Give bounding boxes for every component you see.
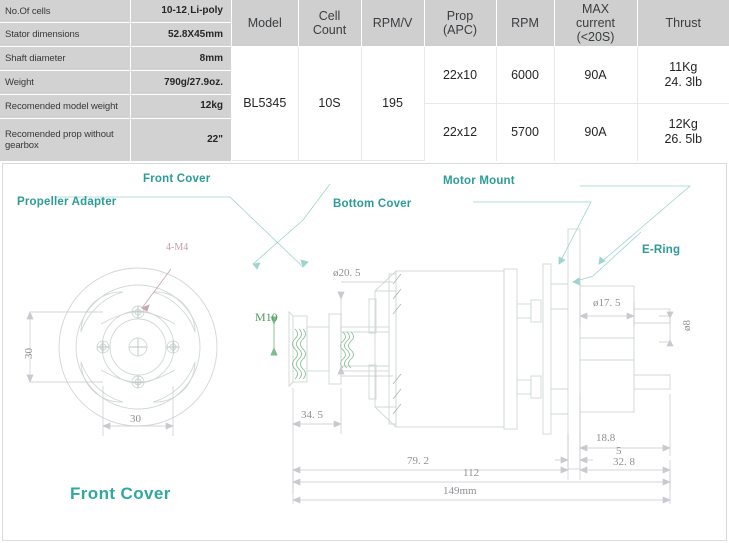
- motor-spec-table: No.Of cells 10-12ˌLi-poly Stator dimensi…: [0, 0, 232, 161]
- spec-value: 52.8X45mm: [130, 22, 232, 48]
- header-max-current-line1: MAX: [581, 2, 610, 16]
- table-row: Recomended model weight 12kg: [0, 94, 232, 119]
- header-max-current-line2: current: [576, 16, 615, 30]
- spec-label: Recomended prop without gearbox: [0, 118, 131, 161]
- cell-rpm: 6000: [496, 46, 555, 105]
- callout-bottom-cover: Bottom Cover: [333, 198, 412, 210]
- callout-propeller-adapter: Propeller Adapter: [17, 196, 117, 208]
- table-row: Stator dimensions 52.8X45mm: [0, 22, 232, 48]
- dimension-overall-length: 149mm: [443, 485, 477, 497]
- propeller-adapter-view: [288, 310, 390, 388]
- header-rpm: RPM: [496, 0, 555, 47]
- table-row: Recomended prop without gearbox 22": [0, 118, 232, 161]
- spec-value: 790g/27.9oz.: [130, 70, 232, 95]
- header-prop-line1: Prop: [446, 9, 474, 23]
- performance-table-wrap: Model Cell Count RPM/V Prop (APC) RPM MA…: [232, 0, 729, 161]
- header-cell-count-line1: Cell: [318, 9, 341, 23]
- header-thrust-line1: Thrust: [665, 16, 701, 30]
- cell-model: BL5345: [232, 46, 299, 161]
- annotation-diameter-20-5: ø20. 5: [333, 267, 361, 279]
- spec-label: Recomended model weight: [0, 94, 131, 119]
- annotation-diameter-17-5: ø17. 5: [593, 297, 621, 309]
- header-prop-line2: (APC): [442, 23, 478, 37]
- table-row: Shaft diameter 8mm: [0, 46, 232, 72]
- annotation-diameter-8: ø8: [681, 320, 693, 331]
- cell-rpm-per-volt: 195: [361, 46, 425, 161]
- dimension-front-cover-vertical: 30: [23, 348, 35, 359]
- spec-value: 10-12ˌLi-poly: [130, 0, 232, 24]
- table-row: No.Of cells 10-12ˌLi-poly: [0, 0, 232, 24]
- side-view-dimension-lines: [292, 281, 674, 504]
- table-row: Weight 790g/27.9oz.: [0, 70, 232, 95]
- motor-side-section-view: [368, 228, 671, 470]
- thread-hatch-m10: [292, 328, 354, 380]
- dimension-overall-no-shaft: 112: [463, 467, 480, 479]
- spec-label: Weight: [0, 70, 131, 95]
- header-model-line1: Model: [247, 16, 282, 30]
- header-thrust: Thrust: [637, 0, 729, 47]
- section-hatch-front-cover: [392, 273, 402, 415]
- header-rpm-line1: RPM: [511, 16, 539, 30]
- annotation-bolt-spec: 4-M4: [166, 242, 189, 253]
- cell-cell-count: 10S: [298, 46, 362, 161]
- motor-performance-table: Model Cell Count RPM/V Prop (APC) RPM MA…: [232, 0, 729, 161]
- header-max-current: MAX current (<20S): [554, 0, 638, 47]
- header-model: Model: [232, 0, 299, 47]
- thrust-kg: 11Kg: [669, 60, 698, 75]
- cell-max-current: 90A: [554, 103, 638, 161]
- front-cover-view-title: Front Cover: [70, 484, 171, 503]
- spec-value: 22": [130, 118, 232, 161]
- dimension-body-length: 79. 2: [407, 455, 429, 467]
- dimension-adapter-length: 34. 5: [301, 409, 323, 421]
- dimension-front-cover-horizontal: 30: [130, 413, 141, 425]
- callout-motor-mount: Motor Mount: [443, 175, 515, 187]
- cell-rpm: 5700: [496, 103, 555, 161]
- annotation-thread-spec: M10: [255, 310, 278, 324]
- header-max-current-line3: (<20S): [576, 30, 615, 44]
- cell-prop: 22x12: [424, 103, 497, 161]
- bolt-callout-leader: [141, 268, 172, 312]
- spec-value: 8mm: [130, 46, 232, 72]
- cell-prop: 22x10: [424, 46, 497, 105]
- header-rpm-per-volt: RPM/V: [361, 0, 425, 47]
- front-cover-face-view: [58, 267, 218, 427]
- dimension-rear-section: 32. 8: [613, 456, 635, 468]
- table-header-row: Model Cell Count RPM/V Prop (APC) RPM MA…: [232, 0, 729, 47]
- header-rpm-per-volt-line1: RPM/V: [372, 16, 413, 30]
- spec-tables-area: No.Of cells 10-12ˌLi-poly Stator dimensi…: [0, 0, 729, 161]
- spec-label: Stator dimensions: [0, 22, 131, 48]
- header-prop: Prop (APC): [424, 0, 497, 47]
- thrust-kg: 12Kg: [668, 117, 698, 132]
- table-row: BL5345 10S 195 22x10 6000 90A 11Kg 24. 3…: [232, 46, 729, 161]
- spec-label: Shaft diameter: [0, 46, 131, 72]
- spec-value: 12kg: [130, 94, 232, 119]
- callout-e-ring: E-Ring: [642, 244, 681, 256]
- cell-thrust: 12Kg 26. 5lb: [637, 103, 729, 161]
- callout-front-cover: Front Cover: [143, 173, 211, 185]
- header-cell-count-line2: Count: [312, 23, 347, 37]
- cell-thrust: 11Kg 24. 3lb: [637, 46, 729, 105]
- header-cell-count: Cell Count: [298, 0, 362, 47]
- spec-label: No.Of cells: [0, 0, 131, 24]
- technical-drawing-panel: Propeller Adapter Front Cover Bottom Cov…: [2, 163, 727, 541]
- front-cover-dimension-lines: [26, 311, 174, 436]
- cell-max-current: 90A: [554, 46, 638, 105]
- thrust-lb: 24. 3lb: [664, 75, 703, 90]
- thrust-lb: 26. 5lb: [664, 132, 703, 147]
- dimension-mount-to-tip: 18.8: [596, 432, 616, 444]
